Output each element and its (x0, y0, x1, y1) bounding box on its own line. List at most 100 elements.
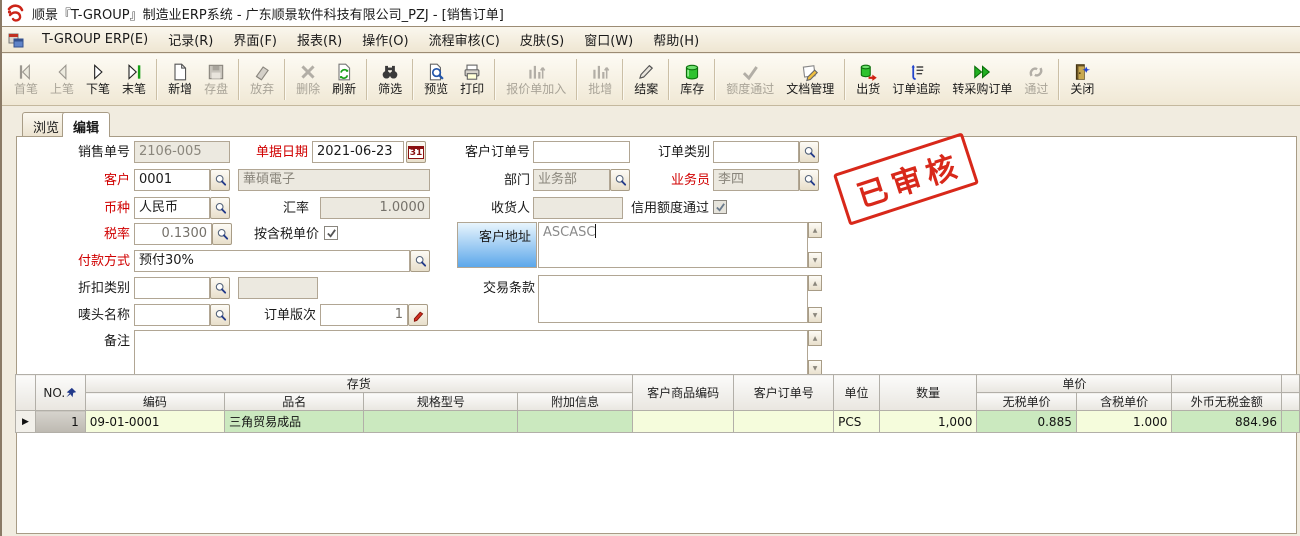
consignee-field (533, 197, 623, 219)
menu-item-operate[interactable]: 操作(O) (352, 26, 418, 53)
col-header-price-ex[interactable]: 无税单价 (977, 393, 1077, 411)
cell-price-inc[interactable]: 1.000 (1076, 411, 1172, 433)
menu-item-erp[interactable]: T-GROUP ERP(E) (32, 28, 158, 51)
toolbar-separator (284, 59, 286, 100)
menu-item-skin[interactable]: 皮肤(S) (510, 26, 574, 53)
cell-unit[interactable]: PCS (834, 411, 880, 433)
toolbar-button-prev: 上笔 (44, 56, 80, 103)
no-column-header[interactable]: NO. (35, 375, 85, 411)
toolbar-button-print[interactable]: 打印 (454, 56, 490, 103)
customer-address-input[interactable]: ASCASC (538, 222, 808, 268)
menu-item-interface[interactable]: 界面(F) (223, 26, 287, 53)
cell-cust-code[interactable] (632, 411, 734, 433)
toolbar-button-refresh[interactable]: 刷新 (326, 56, 362, 103)
payment-field[interactable]: 预付30% (134, 250, 410, 272)
col-header-unit[interactable]: 单位 (834, 375, 880, 411)
discount-type-field[interactable] (134, 277, 210, 299)
currency-search-button[interactable] (210, 197, 230, 219)
col-header-extra[interactable]: 附加信息 (518, 393, 632, 411)
toolbar-button-next[interactable]: 下笔 (80, 56, 116, 103)
scroll-up-button[interactable]: ▲ (808, 330, 822, 346)
tax-rate-field[interactable]: 0.1300 (134, 223, 212, 245)
row-selector-header (16, 375, 36, 411)
col-header-cust-code[interactable]: 客户商品编码 (632, 375, 734, 411)
cell-extra[interactable] (518, 411, 632, 433)
col-header-spec[interactable]: 规格型号 (364, 393, 518, 411)
order-type-search-button[interactable] (799, 141, 819, 163)
mark-name-label: 唛头名称 (42, 308, 130, 324)
toolbar-button-to-purchase[interactable]: 转采购订单 (946, 56, 1018, 103)
remark-input[interactable] (134, 330, 808, 376)
col-header-name[interactable]: 品名 (225, 393, 364, 411)
toolbar-button-new[interactable]: 新增 (162, 56, 198, 103)
menu-app-icon (8, 32, 24, 48)
cell-amount-ex[interactable]: 884.96 (1172, 411, 1282, 433)
order-type-field[interactable] (713, 141, 799, 163)
scroll-up-button[interactable]: ▲ (808, 222, 822, 238)
col-header-cust-po[interactable]: 客户订单号 (734, 375, 834, 411)
doc-date-field[interactable]: 2021-06-23 (312, 141, 404, 163)
scroll-down-button[interactable]: ▼ (808, 307, 822, 323)
credit-passed-checkbox[interactable] (713, 200, 727, 214)
customer-search-button[interactable] (210, 169, 230, 191)
toolbar-button-preview[interactable]: 预览 (418, 56, 454, 103)
pen-icon (636, 62, 656, 82)
toolbar-button-filter[interactable]: 筛选 (372, 56, 408, 103)
tax-rate-search-button[interactable] (212, 223, 232, 245)
col-header-amount-ex[interactable]: 外币无税金额 (1172, 393, 1282, 411)
toolbar-button-save: 存盘 (198, 56, 234, 103)
toolbar-button-order-track[interactable]: 订单追踪 (886, 56, 946, 103)
cell-qty[interactable]: 1,000 (879, 411, 976, 433)
tab-edit[interactable]: 编辑 (62, 112, 110, 137)
cell-price-ex[interactable]: 0.885 (977, 411, 1077, 433)
order-version-edit-button[interactable] (408, 304, 428, 326)
magnifier-icon (413, 254, 428, 269)
currency-label: 币种 (42, 201, 130, 217)
scroll-up-button[interactable]: ▲ (808, 275, 822, 291)
toolbar-button-last[interactable]: 末笔 (116, 56, 152, 103)
menu-item-window[interactable]: 窗口(W) (574, 26, 643, 53)
cell-spec[interactable] (364, 411, 518, 433)
mark-name-field[interactable] (134, 304, 210, 326)
detail-table: NO. 存货 客户商品编码 客户订单号 单位 数量 单价 编码 品名 规格型号 … (15, 374, 1300, 433)
col-header-qty[interactable]: 数量 (879, 375, 976, 411)
menu-item-help[interactable]: 帮助(H) (643, 26, 709, 53)
tax-included-checkbox[interactable] (324, 226, 338, 240)
menu-item-flow-audit[interactable]: 流程审核(C) (419, 26, 510, 53)
scroll-down-button[interactable]: ▼ (808, 252, 822, 268)
col-header-price-inc[interactable]: 含税单价 (1076, 393, 1172, 411)
calendar-button[interactable]: 31 (406, 141, 426, 163)
row-selector-cell[interactable]: ▶ (16, 411, 36, 433)
detail-grid: NO. 存货 客户商品编码 客户订单号 单位 数量 单价 编码 品名 规格型号 … (15, 374, 1300, 433)
customer-po-field[interactable] (533, 141, 630, 163)
cell-code[interactable]: 09-01-0001 (85, 411, 224, 433)
cell-name[interactable]: 三角贸易成品 (225, 411, 364, 433)
discount-type-name-field (238, 277, 318, 299)
menu-item-report[interactable]: 报表(R) (287, 26, 352, 53)
toolbar-button-label: 出货 (856, 82, 880, 97)
toolbar-button-label: 存盘 (204, 82, 228, 97)
customer-code-field[interactable]: 0001 (134, 169, 210, 191)
cell-cust-po[interactable] (734, 411, 834, 433)
mark-name-search-button[interactable] (210, 304, 230, 326)
toolbar-button-stock[interactable]: 库存 (674, 56, 710, 103)
toolbar-button-ship[interactable]: 出货 (850, 56, 886, 103)
toolbar-button-doc-manage[interactable]: 文档管理 (780, 56, 840, 103)
toolbar-button-close-case[interactable]: 结案 (628, 56, 664, 103)
col-header-code[interactable]: 编码 (85, 393, 224, 411)
discount-type-search-button[interactable] (210, 277, 230, 299)
toolbar-separator (494, 59, 496, 100)
printer-icon (462, 62, 482, 82)
menu-item-record[interactable]: 记录(R) (158, 26, 223, 53)
trade-terms-input[interactable] (538, 275, 808, 323)
currency-field[interactable]: 人民币 (134, 197, 210, 219)
department-search-button[interactable] (610, 169, 630, 191)
toolbar-button-exit[interactable]: 关闭 (1064, 56, 1100, 103)
doc-refresh-icon (334, 62, 354, 82)
track-list-icon (906, 62, 926, 82)
order-version-field[interactable]: 1 (320, 304, 408, 326)
salesman-search-button[interactable] (799, 169, 819, 191)
payment-search-button[interactable] (410, 250, 430, 272)
doc-pencil-icon (800, 62, 820, 82)
toolbar-separator (576, 59, 578, 100)
